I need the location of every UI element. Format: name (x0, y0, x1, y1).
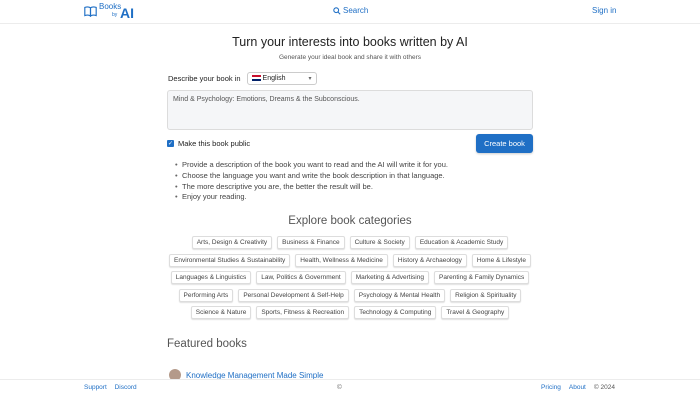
book-icon (84, 6, 97, 17)
category-chip[interactable]: Languages & Linguistics (170, 271, 252, 284)
category-chip[interactable]: Education & Academic Study (414, 236, 509, 249)
top-nav: Books by AI Search Sign in (0, 0, 700, 24)
footer-center-icon: © (337, 384, 342, 391)
footer-right-links: Pricing About © 2024 (541, 384, 615, 391)
search-link[interactable]: Search (333, 6, 368, 15)
public-toggle-row: ✓ Make this book public (167, 139, 250, 148)
public-label: Make this book public (178, 139, 251, 148)
category-chip[interactable]: Science & Nature (190, 306, 252, 319)
category-chip[interactable]: Environmental Studies & Sustainability (169, 253, 291, 267)
category-chip[interactable]: Business & Finance (277, 236, 345, 249)
category-chip[interactable]: Performing Arts (178, 288, 234, 302)
language-row: Describe your book in English ▾ (168, 72, 317, 85)
category-chip[interactable]: History & Archaeology (392, 253, 467, 267)
logo-wordmark: Books by AI (99, 3, 139, 21)
language-value: English (262, 75, 286, 82)
footer-left-links: Support Discord (84, 384, 143, 391)
logo-word-by: by (112, 12, 118, 18)
support-link[interactable]: Support (84, 384, 107, 391)
list-item: Provide a description of the book you wa… (175, 160, 448, 171)
list-item: Choose the language you want and write t… (175, 171, 448, 182)
featured-title: Featured books (167, 338, 247, 350)
category-chip[interactable]: Personal Development & Self-Help (238, 288, 349, 302)
page-subtitle: Generate your ideal book and share it wi… (278, 54, 421, 61)
footer: Support Discord © Pricing About © 2024 (0, 379, 700, 395)
uk-flag-icon (251, 75, 261, 82)
category-chip[interactable]: Marketing & Advertising (350, 271, 429, 284)
language-select[interactable]: English ▾ (246, 72, 317, 85)
category-row: Arts, Design & Creativity Business & Fin… (0, 236, 700, 249)
category-chip[interactable]: Technology & Computing (354, 306, 437, 319)
category-chips: Arts, Design & Creativity Business & Fin… (0, 236, 700, 324)
book-description-input[interactable]: Mind & Psychology: Emotions, Dreams & th… (167, 90, 533, 130)
category-row: Environmental Studies & Sustainability H… (0, 253, 700, 267)
public-checkbox[interactable]: ✓ (167, 140, 174, 147)
list-item: Enjoy your reading. (175, 192, 448, 203)
create-book-button[interactable]: Create book (476, 134, 533, 153)
category-row: Languages & Linguistics Law, Politics & … (0, 271, 700, 284)
category-row: Performing Arts Personal Development & S… (0, 288, 700, 302)
instructions-list: Provide a description of the book you wa… (175, 160, 448, 203)
category-chip[interactable]: Sports, Fitness & Recreation (256, 306, 350, 319)
category-chip[interactable]: Travel & Geography (441, 306, 510, 319)
category-chip[interactable]: Religion & Spirituality (450, 288, 522, 302)
copyright-text: © 2024 (593, 384, 615, 391)
page-title: Turn your interests into books written b… (232, 35, 468, 49)
about-link[interactable]: About (569, 384, 586, 391)
category-chip[interactable]: Home & Lifestyle (471, 253, 531, 267)
language-label: Describe your book in (168, 74, 241, 83)
list-item: The more descriptive you are, the better… (175, 182, 448, 193)
search-label: Search (343, 6, 369, 15)
category-chip[interactable]: Psychology & Mental Health (353, 288, 446, 302)
categories-title: Explore book categories (288, 215, 412, 227)
language-value-wrap: English (251, 75, 286, 82)
chevron-down-icon: ▾ (308, 76, 312, 82)
discord-link[interactable]: Discord (115, 384, 137, 391)
category-chip[interactable]: Culture & Society (349, 236, 410, 249)
signin-link[interactable]: Sign in (592, 6, 616, 15)
category-chip[interactable]: Law, Politics & Government (256, 271, 346, 284)
logo-word-ai: AI (120, 5, 134, 21)
logo-word-books: Books (99, 2, 122, 11)
site-logo[interactable]: Books by AI (84, 3, 139, 21)
category-chip[interactable]: Health, Wellness & Medicine (295, 253, 388, 267)
category-row: Science & Nature Sports, Fitness & Recre… (0, 306, 700, 319)
category-chip[interactable]: Arts, Design & Creativity (191, 236, 273, 249)
category-chip[interactable]: Parenting & Family Dynamics (434, 271, 530, 284)
pricing-link[interactable]: Pricing (541, 384, 561, 391)
search-icon (333, 6, 341, 15)
